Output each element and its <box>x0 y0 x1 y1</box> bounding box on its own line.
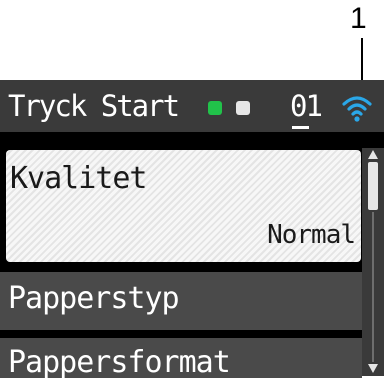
menu-item-label: Kvalitet <box>10 161 147 196</box>
scroll-thumb[interactable] <box>368 162 378 210</box>
status-title: Tryck Start <box>8 89 180 123</box>
scroll-down-arrow-icon[interactable] <box>368 364 378 373</box>
menu-item-pappersformat[interactable]: Pappersformat <box>0 338 362 380</box>
job-number-cursor <box>292 126 309 129</box>
menu-item-value: Normal <box>267 220 356 250</box>
white-led-icon <box>236 101 250 115</box>
menu-item-label: Papperstyp <box>8 281 180 316</box>
menu-item-label: Pappersformat <box>8 345 231 380</box>
scroll-track <box>372 212 374 362</box>
menu-item-kvalitet[interactable]: Kvalitet Normal <box>6 150 361 262</box>
callout-number: 1 <box>350 2 367 35</box>
status-bar: Tryck Start 01 <box>0 80 384 132</box>
job-number: 01 <box>290 89 323 123</box>
menu-list: Kvalitet Normal Papperstyp Pappersformat <box>0 132 362 380</box>
menu-item-papperstyp[interactable]: Papperstyp <box>0 272 362 330</box>
scrollbar[interactable] <box>362 148 384 376</box>
lcd-screen: Tryck Start 01 Kvalitet Normal Pappersty… <box>0 80 384 380</box>
wifi-icon <box>342 96 372 122</box>
scroll-up-arrow-icon[interactable] <box>368 150 378 159</box>
green-led-icon <box>208 101 222 115</box>
